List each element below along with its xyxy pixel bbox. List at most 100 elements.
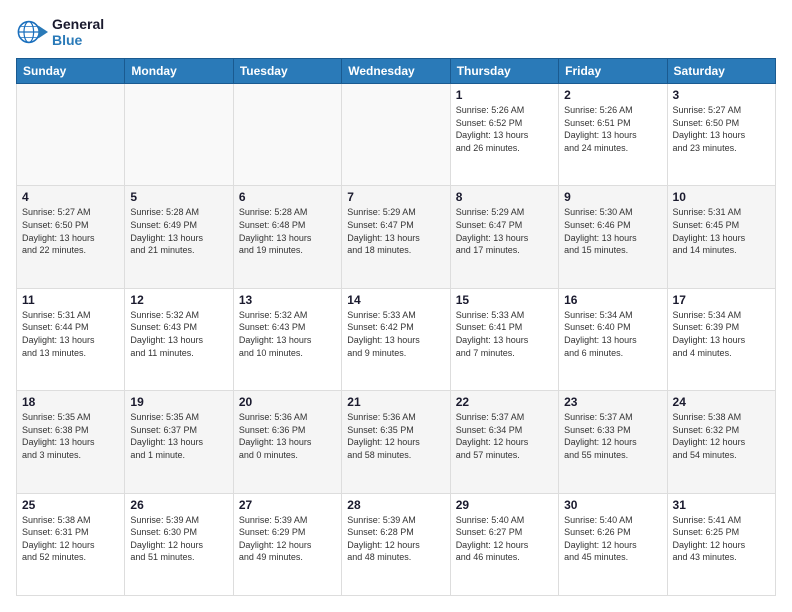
day-number: 4 [22,190,119,204]
calendar-cell: 8Sunrise: 5:29 AM Sunset: 6:47 PM Daylig… [450,186,558,288]
day-info: Sunrise: 5:37 AM Sunset: 6:33 PM Dayligh… [564,411,661,461]
calendar-cell: 30 Sunrise: 5:40 AM Sunset: 6:26 PM Dayli… [559,493,667,595]
calendar-cell: 2 Sunrise: 5:26 AM Sunset: 6:51 PM Daylig… [559,84,667,186]
day-number: 14 [347,293,444,307]
page: General Blue SundayMondayTuesdayWednesda… [0,0,792,612]
day-number: 29 [456,498,553,512]
calendar-header-wednesday: Wednesday [342,59,450,84]
calendar-header-sunday: Sunday [17,59,125,84]
calendar-cell: 28 Sunrise: 5:39 AM Sunset: 6:28 PM Dayli… [342,493,450,595]
calendar-cell: 31 Sunrise: 5:41 AM Sunset: 6:25 PM Dayli… [667,493,775,595]
calendar-cell: 15 Sunrise: 5:33 AM Sunset: 6:41 PM Dayli… [450,288,558,390]
day-info: Sunrise: 5:38 AM Sunset: 6:31 PM Dayligh… [22,514,119,564]
calendar-week-1: 1 Sunrise: 5:26 AM Sunset: 6:52 PM Daylig… [17,84,776,186]
header: General Blue [16,16,776,48]
calendar-cell: 24 Sunrise: 5:38 AM Sunset: 6:32 PM Dayli… [667,391,775,493]
day-info: Sunrise: 5:38 AM Sunset: 6:32 PM Dayligh… [673,411,770,461]
day-info: Sunrise: 5:27 AM Sunset: 6:50 PM Dayligh… [22,206,119,256]
day-number: 23 [564,395,661,409]
calendar-cell: 14 Sunrise: 5:33 AM Sunset: 6:42 PM Dayli… [342,288,450,390]
calendar-header-friday: Friday [559,59,667,84]
day-number: 3 [673,88,770,102]
day-info: Sunrise: 5:29 AM Sunset: 6:47 PM Dayligh… [347,206,444,256]
day-number: 2 [564,88,661,102]
calendar-week-5: 25 Sunrise: 5:38 AM Sunset: 6:31 PM Dayli… [17,493,776,595]
calendar-cell [125,84,233,186]
calendar-cell: 29 Sunrise: 5:40 AM Sunset: 6:27 PM Dayli… [450,493,558,595]
calendar-cell: 1 Sunrise: 5:26 AM Sunset: 6:52 PM Daylig… [450,84,558,186]
day-info: Sunrise: 5:28 AM Sunset: 6:48 PM Dayligh… [239,206,336,256]
day-number: 27 [239,498,336,512]
day-info: Sunrise: 5:33 AM Sunset: 6:41 PM Dayligh… [456,309,553,359]
calendar-cell [342,84,450,186]
day-number: 12 [130,293,227,307]
day-info: Sunrise: 5:40 AM Sunset: 6:26 PM Dayligh… [564,514,661,564]
day-info: Sunrise: 5:34 AM Sunset: 6:40 PM Dayligh… [564,309,661,359]
day-info: Sunrise: 5:31 AM Sunset: 6:44 PM Dayligh… [22,309,119,359]
day-info: Sunrise: 5:36 AM Sunset: 6:36 PM Dayligh… [239,411,336,461]
calendar-cell: 22 Sunrise: 5:37 AM Sunset: 6:34 PM Dayli… [450,391,558,493]
day-info: Sunrise: 5:26 AM Sunset: 6:51 PM Dayligh… [564,104,661,154]
calendar-cell: 21Sunrise: 5:36 AM Sunset: 6:35 PM Dayli… [342,391,450,493]
day-info: Sunrise: 5:29 AM Sunset: 6:47 PM Dayligh… [456,206,553,256]
logo-icon [16,16,48,48]
day-number: 17 [673,293,770,307]
calendar-header-thursday: Thursday [450,59,558,84]
logo-text: General Blue [52,16,104,48]
calendar-week-2: 4 Sunrise: 5:27 AM Sunset: 6:50 PM Daylig… [17,186,776,288]
day-info: Sunrise: 5:39 AM Sunset: 6:28 PM Dayligh… [347,514,444,564]
day-number: 7 [347,190,444,204]
day-info: Sunrise: 5:32 AM Sunset: 6:43 PM Dayligh… [239,309,336,359]
day-number: 21 [347,395,444,409]
day-number: 9 [564,190,661,204]
day-info: Sunrise: 5:40 AM Sunset: 6:27 PM Dayligh… [456,514,553,564]
day-number: 18 [22,395,119,409]
calendar-cell: 17Sunrise: 5:34 AM Sunset: 6:39 PM Dayli… [667,288,775,390]
day-number: 11 [22,293,119,307]
day-number: 5 [130,190,227,204]
calendar-cell [17,84,125,186]
calendar-header-saturday: Saturday [667,59,775,84]
day-number: 26 [130,498,227,512]
day-number: 22 [456,395,553,409]
day-info: Sunrise: 5:37 AM Sunset: 6:34 PM Dayligh… [456,411,553,461]
calendar-cell: 26Sunrise: 5:39 AM Sunset: 6:30 PM Dayli… [125,493,233,595]
day-info: Sunrise: 5:28 AM Sunset: 6:49 PM Dayligh… [130,206,227,256]
day-number: 13 [239,293,336,307]
day-info: Sunrise: 5:30 AM Sunset: 6:46 PM Dayligh… [564,206,661,256]
day-number: 15 [456,293,553,307]
day-info: Sunrise: 5:32 AM Sunset: 6:43 PM Dayligh… [130,309,227,359]
calendar-cell: 6Sunrise: 5:28 AM Sunset: 6:48 PM Daylig… [233,186,341,288]
day-number: 31 [673,498,770,512]
day-info: Sunrise: 5:39 AM Sunset: 6:29 PM Dayligh… [239,514,336,564]
day-number: 20 [239,395,336,409]
calendar-cell: 27 Sunrise: 5:39 AM Sunset: 6:29 PM Dayli… [233,493,341,595]
calendar-header-row: SundayMondayTuesdayWednesdayThursdayFrid… [17,59,776,84]
calendar-week-4: 18 Sunrise: 5:35 AM Sunset: 6:38 PM Dayli… [17,391,776,493]
calendar-header-monday: Monday [125,59,233,84]
day-number: 25 [22,498,119,512]
calendar-cell: 25 Sunrise: 5:38 AM Sunset: 6:31 PM Dayli… [17,493,125,595]
calendar-cell: 13 Sunrise: 5:32 AM Sunset: 6:43 PM Dayli… [233,288,341,390]
day-info: Sunrise: 5:35 AM Sunset: 6:38 PM Dayligh… [22,411,119,461]
calendar-cell: 23 Sunrise: 5:37 AM Sunset: 6:33 PM Dayli… [559,391,667,493]
calendar-cell: 7 Sunrise: 5:29 AM Sunset: 6:47 PM Daylig… [342,186,450,288]
day-number: 28 [347,498,444,512]
day-info: Sunrise: 5:41 AM Sunset: 6:25 PM Dayligh… [673,514,770,564]
day-number: 1 [456,88,553,102]
calendar-table: SundayMondayTuesdayWednesdayThursdayFrid… [16,58,776,596]
calendar-cell: 19 Sunrise: 5:35 AM Sunset: 6:37 PM Dayli… [125,391,233,493]
day-info: Sunrise: 5:26 AM Sunset: 6:52 PM Dayligh… [456,104,553,154]
calendar-cell: 4 Sunrise: 5:27 AM Sunset: 6:50 PM Daylig… [17,186,125,288]
day-info: Sunrise: 5:35 AM Sunset: 6:37 PM Dayligh… [130,411,227,461]
day-number: 10 [673,190,770,204]
day-number: 30 [564,498,661,512]
calendar-cell: 10Sunrise: 5:31 AM Sunset: 6:45 PM Dayli… [667,186,775,288]
day-info: Sunrise: 5:33 AM Sunset: 6:42 PM Dayligh… [347,309,444,359]
calendar-header-tuesday: Tuesday [233,59,341,84]
calendar-cell: 18 Sunrise: 5:35 AM Sunset: 6:38 PM Dayli… [17,391,125,493]
logo: General Blue [16,16,104,48]
calendar-cell: 5 Sunrise: 5:28 AM Sunset: 6:49 PM Daylig… [125,186,233,288]
day-number: 19 [130,395,227,409]
day-number: 24 [673,395,770,409]
